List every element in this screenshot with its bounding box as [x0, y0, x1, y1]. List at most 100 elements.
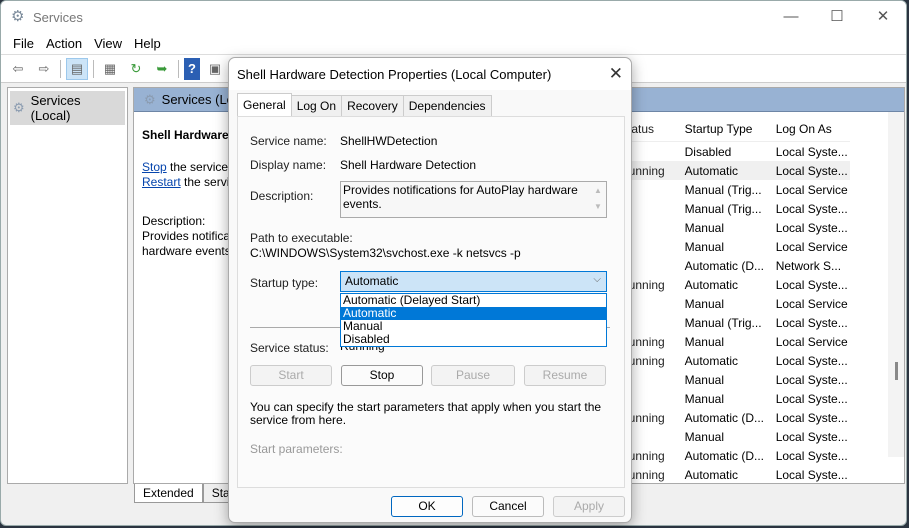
tab-log-on[interactable]: Log On: [290, 95, 343, 116]
title-bar: ⚙ Services — ☐ ✕: [1, 1, 906, 33]
back-arrow-icon[interactable]: ⇦: [7, 58, 29, 80]
gear-icon: ⚙: [13, 100, 25, 115]
stop-service-link[interactable]: Stop: [142, 160, 167, 174]
menu-help[interactable]: Help: [134, 36, 161, 51]
export-list-icon[interactable]: ➥: [151, 58, 173, 80]
tab-general[interactable]: General: [237, 93, 292, 116]
startup-type-select[interactable]: Automatic ⌵: [340, 271, 607, 292]
tree-node-label: Services (Local): [30, 93, 81, 123]
cell-startup: Manual (Trig...: [684, 315, 762, 330]
service-row[interactable]: Running Automatic (D... Local Syste...: [620, 408, 850, 427]
service-row[interactable]: Running Automatic Local Syste...: [620, 465, 850, 484]
general-panel: Service name: ShellHWDetection Display n…: [237, 116, 625, 488]
menu-file[interactable]: File: [13, 36, 34, 51]
service-row[interactable]: Manual Local Syste...: [620, 389, 850, 408]
service-row[interactable]: Manual Local Service: [620, 294, 850, 313]
cell-startup: Automatic: [684, 353, 738, 368]
service-row[interactable]: Manual Local Syste...: [620, 218, 850, 237]
service-row[interactable]: Running Automatic (D... Local Syste...: [620, 446, 850, 465]
service-row[interactable]: Automatic (D... Network S...: [620, 256, 850, 275]
vertical-scrollbar[interactable]: [888, 112, 904, 457]
cell-startup: Automatic: [684, 277, 738, 292]
cell-logon: Local Syste...: [775, 448, 848, 463]
cell-logon: Local Syste...: [775, 353, 848, 368]
dialog-close-icon[interactable]: ✕: [609, 64, 623, 84]
column-startup-type[interactable]: Startup Type: [681, 122, 772, 136]
minimize-button[interactable]: —: [768, 1, 814, 33]
cell-logon: Local Syste...: [775, 429, 848, 444]
cell-logon: Local Service: [775, 296, 848, 311]
console-icon[interactable]: ▣: [204, 58, 226, 80]
tab-dependencies[interactable]: Dependencies: [402, 95, 492, 116]
show-hide-tree-icon[interactable]: ▤: [66, 57, 88, 80]
service-row[interactable]: Running Manual Local Service: [620, 332, 850, 351]
description-label: Description:: [250, 189, 314, 203]
console-tree: ⚙ Services (Local): [7, 87, 128, 484]
startup-type-value: Automatic: [345, 274, 399, 288]
cell-startup: Automatic (D...: [684, 448, 764, 463]
description-label: Description:: [142, 214, 206, 228]
cell-startup: Disabled: [684, 144, 732, 159]
cell-startup: Manual: [684, 391, 724, 406]
ok-button[interactable]: OK: [391, 496, 463, 517]
service-name-value: ShellHWDetection: [340, 134, 438, 148]
scrollbar-thumb[interactable]: [895, 362, 898, 380]
dialog-title: Shell Hardware Detection Properties (Loc…: [229, 58, 631, 90]
window-title: Services: [33, 9, 83, 25]
maximize-button[interactable]: ☐: [814, 1, 860, 33]
service-name-label: Service name:: [250, 134, 327, 148]
service-row[interactable]: Manual Local Syste...: [620, 427, 850, 446]
service-row[interactable]: Disabled Local Syste...: [620, 142, 850, 161]
refresh-icon[interactable]: ↻: [125, 58, 147, 80]
service-row[interactable]: Running Automatic Local Syste...: [620, 275, 850, 294]
path-value: C:\WINDOWS\System32\svchost.exe -k netsv…: [250, 246, 521, 260]
cancel-button[interactable]: Cancel: [472, 496, 544, 517]
cell-startup: Automatic (D...: [684, 410, 764, 425]
description-field[interactable]: Provides notifications for AutoPlay hard…: [340, 181, 607, 218]
gear-icon: ⚙: [144, 91, 156, 107]
startup-type-dropdown: Automatic (Delayed Start) Automatic Manu…: [340, 293, 607, 347]
cell-logon: Local Service: [775, 239, 848, 254]
tab-recovery[interactable]: Recovery: [341, 95, 404, 116]
cell-startup: Manual: [684, 220, 724, 235]
service-row[interactable]: Manual Local Syste...: [620, 370, 850, 389]
tab-extended[interactable]: Extended: [134, 484, 203, 503]
cell-startup: Automatic: [684, 163, 738, 178]
service-row[interactable]: Manual (Trig... Local Syste...: [620, 313, 850, 332]
display-name-value: Shell Hardware Detection: [340, 158, 477, 172]
resume-button[interactable]: Resume: [524, 365, 606, 386]
toolbar-separator: [60, 59, 61, 78]
cell-logon: Local Syste...: [775, 220, 848, 235]
cell-logon: Local Syste...: [775, 163, 848, 178]
close-button[interactable]: ✕: [860, 1, 906, 33]
restart-service-link[interactable]: Restart: [142, 175, 181, 189]
display-name-label: Display name:: [250, 158, 327, 172]
service-row[interactable]: Running Automatic Local Syste...: [620, 161, 850, 180]
menu-action[interactable]: Action: [46, 36, 82, 51]
start-parameters-label: Start parameters:: [250, 442, 343, 456]
properties-icon[interactable]: ▦: [99, 58, 121, 80]
description-scrollbar[interactable]: ▲ ▼: [591, 183, 605, 215]
cell-logon: Local Syste...: [775, 144, 848, 159]
service-row[interactable]: Manual (Trig... Local Syste...: [620, 199, 850, 218]
service-row[interactable]: Manual Local Service: [620, 237, 850, 256]
cell-startup: Manual (Trig...: [684, 201, 762, 216]
toolbar-separator: [178, 59, 179, 78]
start-button[interactable]: Start: [250, 365, 332, 386]
cell-startup: Manual: [684, 296, 724, 311]
cell-logon: Local Syste...: [775, 201, 848, 216]
stop-button[interactable]: Stop: [341, 365, 423, 386]
chevron-down-icon: ⌵: [593, 274, 601, 285]
cell-startup: Manual: [684, 372, 724, 387]
cell-startup: Manual (Trig...: [684, 182, 762, 197]
service-row[interactable]: Running Automatic Local Syste...: [620, 351, 850, 370]
pause-button[interactable]: Pause: [431, 365, 515, 386]
forward-arrow-icon[interactable]: ⇨: [33, 58, 55, 80]
tree-node-services-local[interactable]: ⚙ Services (Local): [10, 91, 125, 125]
apply-button[interactable]: Apply: [553, 496, 625, 517]
column-log-on-as[interactable]: Log On As: [772, 122, 850, 136]
help-icon[interactable]: ?: [184, 57, 200, 80]
menu-view[interactable]: View: [94, 36, 122, 51]
option-disabled[interactable]: Disabled: [341, 333, 606, 346]
service-row[interactable]: Manual (Trig... Local Service: [620, 180, 850, 199]
